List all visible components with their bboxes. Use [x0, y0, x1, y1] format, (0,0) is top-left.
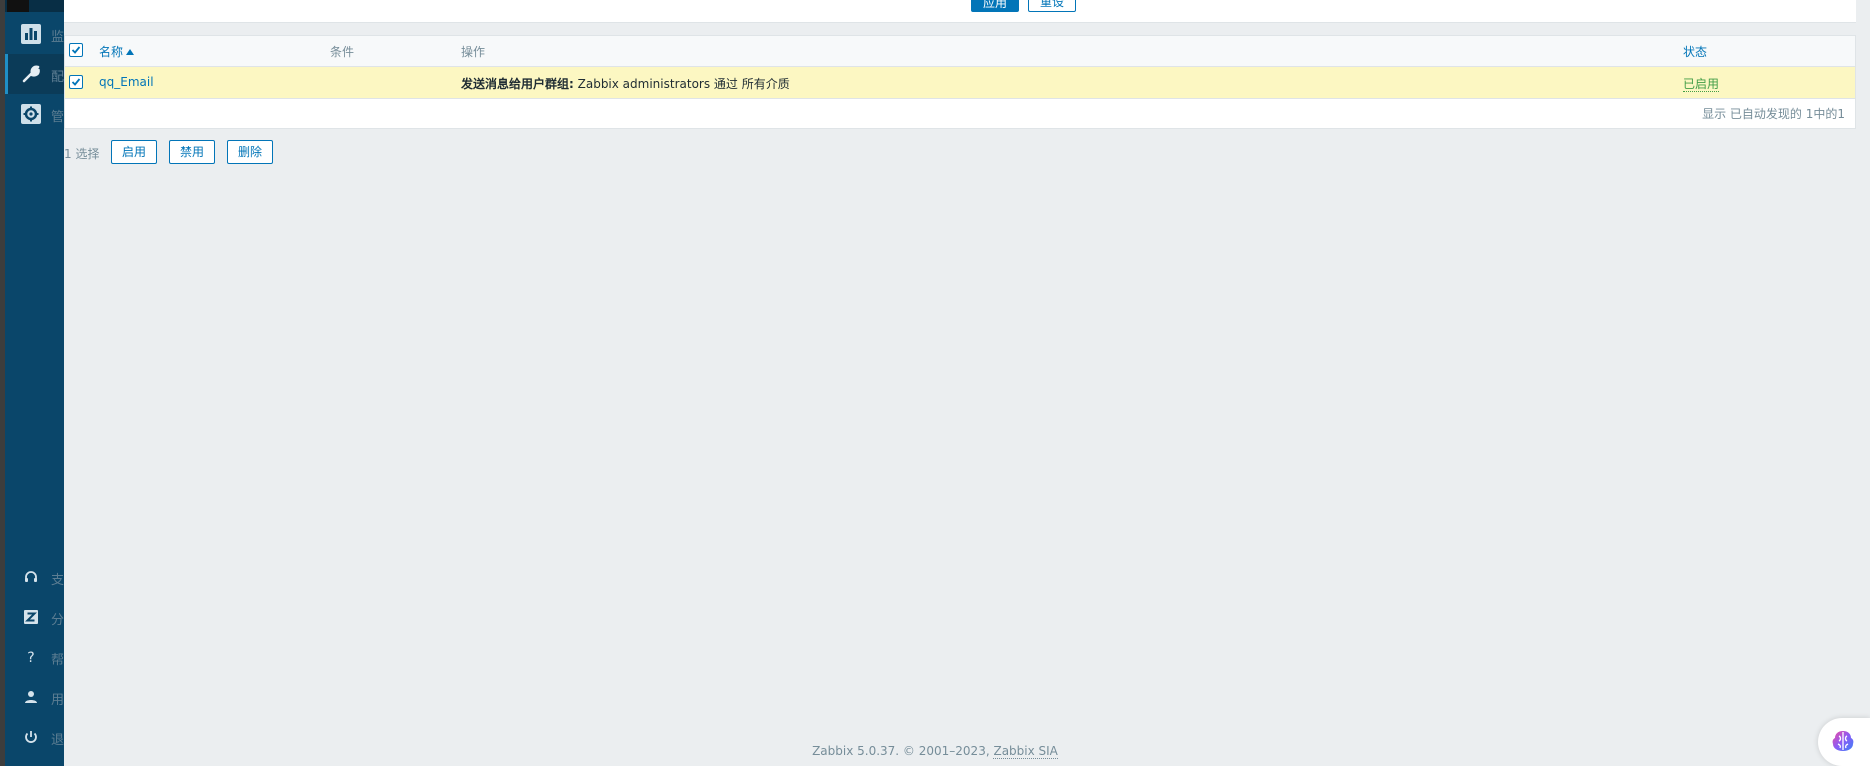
gear-icon: [21, 104, 41, 124]
selected-count: 1 选择: [64, 147, 100, 161]
operation-details: Zabbix administrators 通过 所有介质: [573, 77, 790, 91]
sidebar-item-label: 配: [51, 70, 64, 85]
wrench-icon: [22, 65, 40, 83]
sidebar-item-administration[interactable]: 管: [5, 94, 64, 134]
zabbix-share-icon: [24, 610, 38, 624]
sidebar-item-label: 监: [51, 30, 64, 45]
help-icon: ?: [27, 650, 34, 665]
actions-table: 名称 条件 操作 状态 qq_Email 发送消息给用户群组: Zabbix a…: [64, 35, 1856, 129]
sidebar-item-label: 管: [51, 110, 64, 125]
table-stats: 显示 已自动发现的 1中的1: [1702, 107, 1845, 121]
enable-button[interactable]: 启用: [111, 140, 158, 164]
headset-icon: [25, 571, 37, 582]
sidebar-item-label: 分: [51, 613, 64, 628]
sidebar-item-configuration[interactable]: 配: [5, 54, 64, 94]
status-toggle[interactable]: 已启用: [1683, 75, 1720, 92]
svg-text:?: ?: [27, 650, 34, 665]
user-icon: [25, 691, 37, 703]
sidebar: 监 配 管 支 分 ? 帮 用 退: [0, 0, 69, 766]
column-header-operations: 操作: [461, 45, 486, 59]
brain-icon: [1832, 731, 1854, 751]
table-header: 名称 条件 操作 状态: [65, 36, 1855, 68]
sidebar-item-share[interactable]: 分: [5, 600, 64, 636]
row-checkbox[interactable]: [69, 75, 83, 89]
page-footer: Zabbix 5.0.37. © 2001–2023, Zabbix SIA: [0, 744, 1870, 759]
assistant-button[interactable]: [1818, 718, 1870, 766]
filter-panel: 应用 重设: [64, 0, 1856, 23]
delete-button[interactable]: 删除: [227, 140, 274, 164]
power-icon: [25, 731, 37, 743]
column-header-name[interactable]: 名称: [99, 43, 135, 60]
sort-asc-icon: [126, 49, 135, 55]
zabbix-sia-link[interactable]: Zabbix SIA: [993, 744, 1058, 759]
reset-button[interactable]: 重设: [1028, 0, 1076, 12]
sidebar-item-label: 用: [51, 693, 64, 708]
column-header-status[interactable]: 状态: [1683, 43, 1707, 60]
copyright-text: Zabbix 5.0.37. © 2001–2023,: [812, 744, 994, 758]
operation-type: 发送消息给用户群组:: [461, 77, 574, 91]
sidebar-item-help[interactable]: ? 帮: [5, 640, 64, 676]
action-operations: 发送消息给用户群组: Zabbix administrators 通过 所有介质: [461, 75, 790, 92]
chart-icon: [21, 24, 41, 44]
sidebar-item-label: 帮: [51, 653, 64, 668]
disable-button[interactable]: 禁用: [169, 140, 216, 164]
table-row: qq_Email 发送消息给用户群组: Zabbix administrator…: [65, 67, 1855, 99]
sidebar-item-monitoring[interactable]: 监: [5, 14, 64, 54]
sidebar-item-user-settings[interactable]: 用: [5, 680, 64, 716]
sidebar-item-label: 支: [51, 573, 64, 588]
action-name-link[interactable]: qq_Email: [99, 75, 154, 89]
apply-button[interactable]: 应用: [971, 0, 1019, 12]
sidebar-item-support[interactable]: 支: [5, 560, 64, 596]
select-all-checkbox[interactable]: [69, 43, 83, 57]
sidebar-top-strip: [5, 0, 69, 12]
column-header-conditions: 条件: [330, 45, 355, 59]
